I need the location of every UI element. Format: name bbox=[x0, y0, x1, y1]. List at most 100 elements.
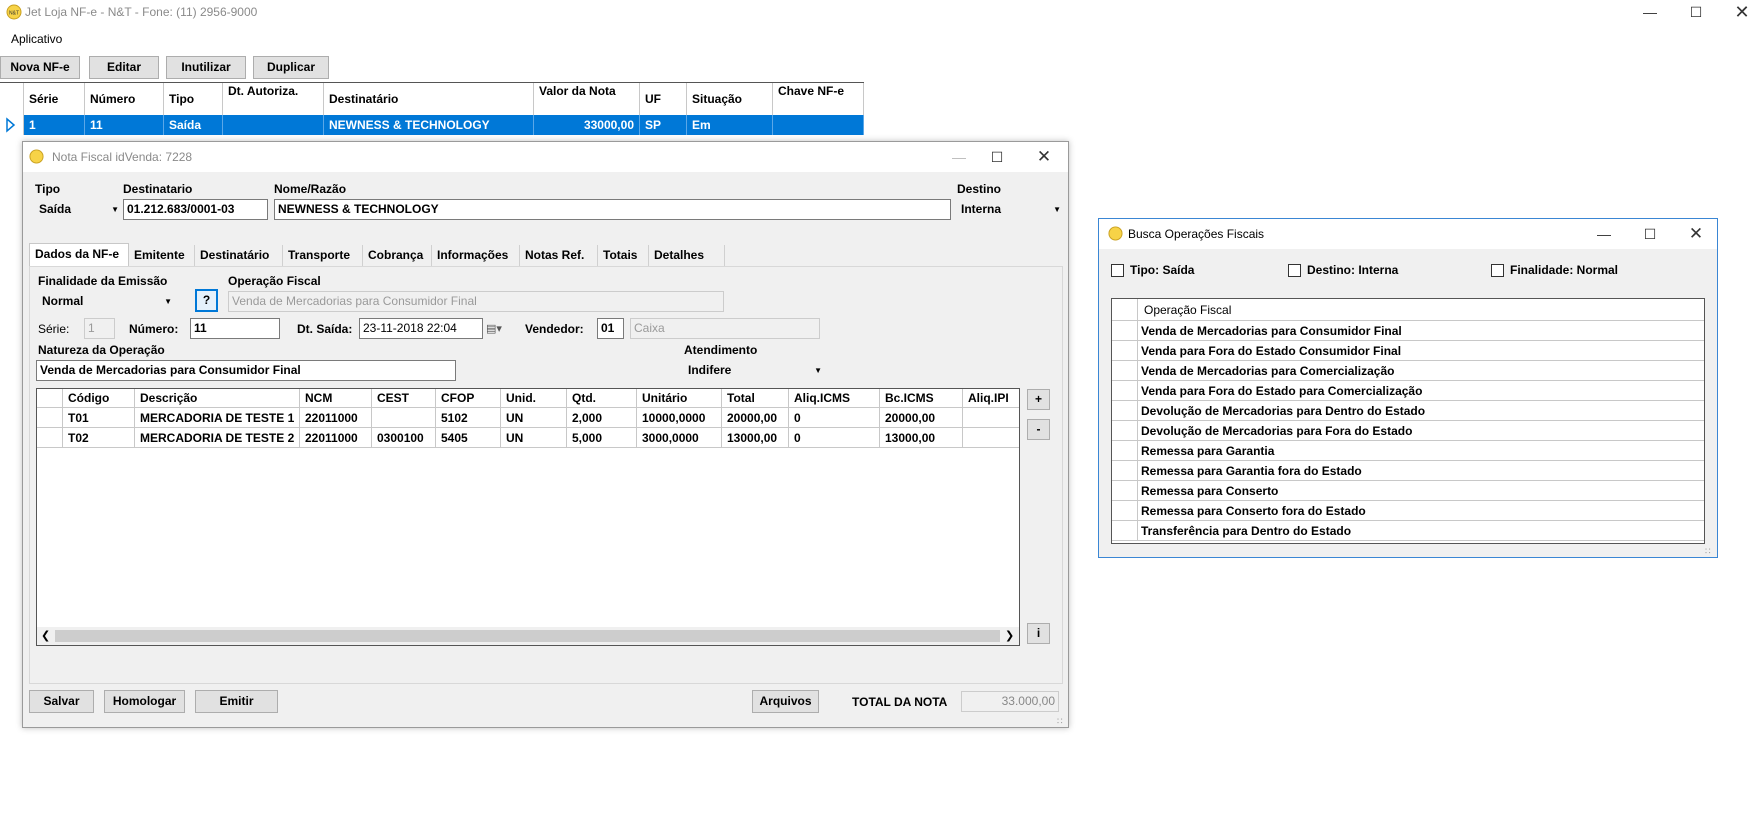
salvar-button[interactable]: Salvar bbox=[29, 690, 94, 713]
cell-ncm[interactable]: 22011000 bbox=[300, 428, 372, 448]
close-icon[interactable]: ✕ bbox=[1719, 0, 1761, 24]
cell-descricao[interactable]: MERCADORIA DE TESTE 1 bbox=[135, 408, 300, 428]
col-operacao-fiscal[interactable]: Operação Fiscal bbox=[1144, 299, 1231, 321]
cell-cfop[interactable]: 5102 bbox=[436, 408, 501, 428]
tipo-select[interactable]: Saída ▼ bbox=[35, 199, 121, 220]
col-cfop[interactable]: CFOP bbox=[436, 389, 501, 408]
col-situacao[interactable]: Situação bbox=[687, 83, 773, 116]
arquivos-button[interactable]: Arquivos bbox=[752, 690, 819, 713]
maximize-icon[interactable]: ☐ bbox=[974, 145, 1020, 169]
col-codigo[interactable]: Código bbox=[63, 389, 135, 408]
cell-unitario[interactable]: 10000,0000 bbox=[637, 408, 722, 428]
minimize-icon[interactable]: — bbox=[1627, 0, 1673, 24]
cell-bc-icms[interactable]: 20000,00 bbox=[880, 408, 963, 428]
col-aliq-icms[interactable]: Aliq.ICMS bbox=[789, 389, 880, 408]
filter-destino-checkbox[interactable] bbox=[1288, 264, 1301, 277]
filter-tipo-checkbox[interactable] bbox=[1111, 264, 1124, 277]
col-aliq-ipi[interactable]: Aliq.IPI bbox=[963, 389, 1019, 408]
cell-unitario[interactable]: 3000,0000 bbox=[637, 428, 722, 448]
col-unid[interactable]: Unid. bbox=[501, 389, 567, 408]
tab-informacoes[interactable]: Informações bbox=[432, 245, 520, 266]
col-total[interactable]: Total bbox=[722, 389, 789, 408]
cell-unid[interactable]: UN bbox=[501, 408, 567, 428]
list-item[interactable]: Remessa para Conserto fora do Estado bbox=[1112, 501, 1704, 521]
finalidade-select[interactable]: Normal ▼ bbox=[38, 291, 174, 312]
remove-item-button[interactable]: - bbox=[1027, 419, 1050, 440]
list-item[interactable]: Remessa para Garantia fora do Estado bbox=[1112, 461, 1704, 481]
tab-destinatario[interactable]: Destinatário bbox=[195, 245, 283, 266]
resize-grip-icon[interactable]: ∷ bbox=[1057, 716, 1063, 727]
tab-totais[interactable]: Totais bbox=[598, 245, 649, 266]
col-chave-nfe[interactable]: Chave NF-e bbox=[773, 83, 864, 116]
help-button[interactable]: ? bbox=[195, 289, 218, 312]
inutilizar-button[interactable]: Inutilizar bbox=[166, 56, 246, 79]
tab-detalhes[interactable]: Detalhes bbox=[649, 245, 725, 266]
list-item[interactable]: Venda para Fora do Estado para Comercial… bbox=[1112, 381, 1704, 401]
add-item-button[interactable]: + bbox=[1027, 389, 1050, 410]
col-cest[interactable]: CEST bbox=[372, 389, 436, 408]
numero-field[interactable]: 11 bbox=[190, 318, 280, 339]
tab-notas-ref[interactable]: Notas Ref. bbox=[520, 245, 598, 266]
cell-cfop[interactable]: 5405 bbox=[436, 428, 501, 448]
cell-qtd[interactable]: 5,000 bbox=[567, 428, 637, 448]
table-row[interactable]: 1 11 Saída NEWNESS & TECHNOLOGY 33000,00… bbox=[0, 115, 864, 152]
list-item[interactable]: Transferência para Dentro do Estado bbox=[1112, 521, 1704, 541]
filter-finalidade-checkbox[interactable] bbox=[1491, 264, 1504, 277]
col-dt-autoriza[interactable]: Dt. Autoriza. bbox=[223, 83, 324, 116]
duplicar-button[interactable]: Duplicar bbox=[253, 56, 329, 79]
natureza-field[interactable]: Venda de Mercadorias para Consumidor Fin… bbox=[36, 360, 456, 381]
col-uf[interactable]: UF bbox=[640, 83, 687, 116]
homologar-button[interactable]: Homologar bbox=[104, 690, 185, 713]
list-item[interactable]: Remessa para Garantia bbox=[1112, 441, 1704, 461]
dt-saida-field[interactable]: 23-11-2018 22:04 bbox=[359, 318, 483, 339]
destinatario-field[interactable]: 01.212.683/0001-03 bbox=[123, 199, 268, 220]
minimize-icon[interactable]: — bbox=[1581, 222, 1627, 246]
col-unitario[interactable]: Unitário bbox=[637, 389, 722, 408]
vendedor-code-field[interactable]: 01 bbox=[597, 318, 624, 339]
col-destinatario[interactable]: Destinatário bbox=[324, 83, 534, 116]
maximize-icon[interactable]: ☐ bbox=[1673, 0, 1719, 24]
col-ncm[interactable]: NCM bbox=[300, 389, 372, 408]
cell-codigo[interactable]: T02 bbox=[63, 428, 135, 448]
col-qtd[interactable]: Qtd. bbox=[567, 389, 637, 408]
cell-qtd[interactable]: 2,000 bbox=[567, 408, 637, 428]
col-bc-icms[interactable]: Bc.ICMS bbox=[880, 389, 963, 408]
editar-button[interactable]: Editar bbox=[89, 56, 159, 79]
cell-total[interactable]: 13000,00 bbox=[722, 428, 789, 448]
cell-aliq-icms[interactable]: 0 bbox=[789, 408, 880, 428]
list-item[interactable]: Venda para Fora do Estado Consumidor Fin… bbox=[1112, 341, 1704, 361]
close-icon[interactable]: ✕ bbox=[1021, 145, 1067, 169]
col-descricao[interactable]: Descrição bbox=[135, 389, 300, 408]
scroll-right-icon[interactable]: ❯ bbox=[1005, 629, 1014, 642]
list-item[interactable]: Devolução de Mercadorias para Dentro do … bbox=[1112, 401, 1704, 421]
calendar-icon[interactable]: ▤▾ bbox=[486, 322, 502, 335]
list-item[interactable]: Devolução de Mercadorias para Fora do Es… bbox=[1112, 421, 1704, 441]
cell-total[interactable]: 20000,00 bbox=[722, 408, 789, 428]
tab-dados-nfe[interactable]: Dados da NF-e bbox=[29, 243, 129, 266]
emitir-button[interactable]: Emitir bbox=[195, 690, 278, 713]
menu-aplicativo[interactable]: Aplicativo bbox=[11, 32, 62, 46]
horizontal-scrollbar[interactable]: ❮ ❯ bbox=[37, 627, 1019, 645]
atendimento-select[interactable]: Indifere ▼ bbox=[684, 360, 824, 381]
list-item[interactable]: Remessa para Conserto bbox=[1112, 481, 1704, 501]
maximize-icon[interactable]: ☐ bbox=[1627, 222, 1673, 246]
destino-select[interactable]: Interna ▼ bbox=[957, 199, 1063, 220]
scroll-left-icon[interactable]: ❮ bbox=[41, 629, 50, 642]
nova-nfe-button[interactable]: Nova NF-e bbox=[0, 56, 80, 79]
tab-transporte[interactable]: Transporte bbox=[283, 245, 363, 266]
list-item[interactable]: Venda de Mercadorias para Consumidor Fin… bbox=[1112, 321, 1704, 341]
col-serie[interactable]: Série bbox=[24, 83, 85, 116]
cell-aliq-icms[interactable]: 0 bbox=[789, 428, 880, 448]
cell-descricao[interactable]: MERCADORIA DE TESTE 2 bbox=[135, 428, 300, 448]
scrollbar-thumb[interactable] bbox=[55, 630, 1000, 642]
tab-cobranca[interactable]: Cobrança bbox=[363, 245, 432, 266]
cell-ncm[interactable]: 22011000 bbox=[300, 408, 372, 428]
cell-unid[interactable]: UN bbox=[501, 428, 567, 448]
cell-aliq-ipi[interactable] bbox=[963, 428, 1019, 448]
col-valor-nota[interactable]: Valor da Nota bbox=[534, 83, 640, 116]
cell-cest[interactable] bbox=[372, 408, 436, 428]
info-item-button[interactable]: i bbox=[1027, 623, 1050, 644]
col-tipo[interactable]: Tipo bbox=[164, 83, 223, 116]
cell-codigo[interactable]: T01 bbox=[63, 408, 135, 428]
nome-razao-field[interactable]: NEWNESS & TECHNOLOGY bbox=[274, 199, 951, 220]
